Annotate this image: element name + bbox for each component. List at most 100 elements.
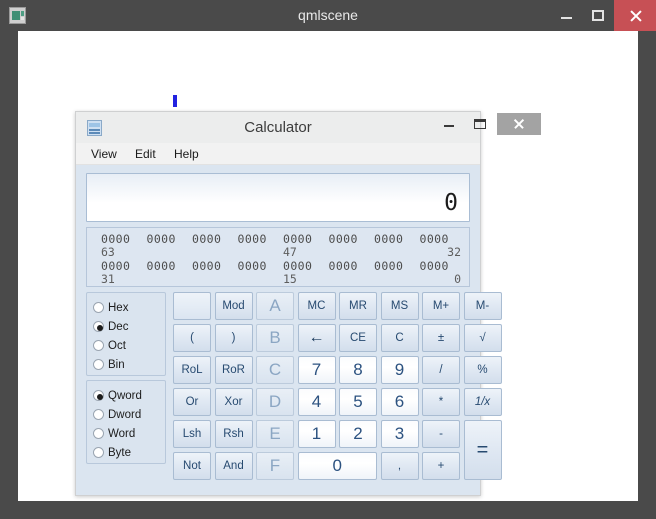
sign-toggle-button[interactable]: ± — [422, 324, 460, 352]
radio-size-dword[interactable]: Dword — [93, 405, 141, 424]
bit-nibble[interactable]: 0000 — [374, 232, 418, 246]
rsh-button[interactable]: Rsh — [214, 420, 253, 448]
not-button[interactable]: Not — [173, 452, 211, 480]
calculator-maximize-button[interactable] — [466, 113, 494, 135]
digit-9-button[interactable]: 9 — [380, 356, 419, 384]
digit-2-button[interactable]: 2 — [339, 420, 377, 448]
or-button[interactable]: Or — [173, 388, 211, 416]
radio-base-bin[interactable]: Bin — [93, 355, 125, 374]
bit-nibble[interactable]: 0000 — [420, 232, 464, 246]
minus-button[interactable]: - — [422, 420, 460, 448]
bit-nibble-row[interactable]: 0000 0000 0000 0000 0000 0000 0000 0000 — [87, 259, 471, 273]
bit-nibble[interactable]: 0000 — [238, 232, 282, 246]
bit-display-panel[interactable]: 0000 0000 0000 0000 0000 0000 0000 0000 63 47 32 00… — [86, 227, 470, 287]
bit-nibble[interactable]: 0000 — [238, 259, 282, 273]
radio-base-dec[interactable]: Dec — [93, 317, 128, 336]
qmlscene-maximize-button[interactable] — [582, 0, 614, 31]
menu-item-view[interactable]: View — [84, 143, 124, 165]
radio-button-icon[interactable] — [93, 447, 104, 458]
digit-4-button[interactable]: 4 — [297, 388, 336, 416]
lsh-button[interactable]: Lsh — [173, 420, 211, 448]
radio-size-word[interactable]: Word — [93, 424, 135, 443]
calculator-titlebar[interactable]: Calculator — [76, 112, 541, 143]
radio-button-icon[interactable] — [93, 428, 104, 439]
bit-nibble[interactable]: 0000 — [147, 259, 191, 273]
bit-nibble[interactable]: 0000 — [329, 232, 373, 246]
bit-nibble-row[interactable]: 0000 0000 0000 0000 0000 0000 0000 0000 — [87, 232, 471, 246]
bit-nibble[interactable]: 0000 — [283, 259, 327, 273]
sqrt-button[interactable]: √ — [463, 324, 502, 352]
memory-subtract-button[interactable]: M- — [463, 292, 502, 320]
calculator-minimize-button[interactable] — [435, 113, 463, 135]
bit-nibble[interactable]: 0000 — [283, 232, 327, 246]
bit-nibble[interactable]: 0000 — [192, 259, 236, 273]
radio-base-hex[interactable]: Hex — [93, 298, 128, 317]
qmlscene-minimize-button[interactable] — [550, 0, 582, 31]
ror-button[interactable]: RoR — [214, 356, 253, 384]
digit-3-button[interactable]: 3 — [380, 420, 419, 448]
digit-6-button[interactable]: 6 — [380, 388, 419, 416]
bit-index-label: 15 — [283, 272, 297, 286]
radio-base-oct[interactable]: Oct — [93, 336, 126, 355]
hex-e-button[interactable]: E — [256, 420, 294, 448]
open-paren-button[interactable]: ( — [173, 324, 211, 352]
menu-item-edit[interactable]: Edit — [128, 143, 163, 165]
menu-item-help[interactable]: Help — [167, 143, 206, 165]
radio-button-icon[interactable] — [93, 359, 104, 370]
radio-size-byte[interactable]: Byte — [93, 443, 131, 462]
digit-0-button[interactable]: 0 — [297, 452, 377, 480]
bit-nibble[interactable]: 0000 — [147, 232, 191, 246]
reciprocal-button[interactable]: 1/x — [463, 388, 502, 416]
radio-button-icon[interactable] — [93, 409, 104, 420]
bit-nibble[interactable]: 0000 — [374, 259, 418, 273]
memory-store-button[interactable]: MS — [380, 292, 419, 320]
radio-button-icon[interactable] — [93, 302, 104, 313]
percent-button[interactable]: % — [463, 356, 502, 384]
decimal-separator-button[interactable]: , — [380, 452, 419, 480]
digit-5-button[interactable]: 5 — [339, 388, 377, 416]
plus-button[interactable]: + — [422, 452, 460, 480]
xor-button[interactable]: Xor — [214, 388, 253, 416]
divide-button[interactable]: / — [422, 356, 460, 384]
radio-size-qword[interactable]: Qword — [93, 386, 142, 405]
mod-button[interactable]: Mod — [214, 292, 253, 320]
blank-button[interactable] — [173, 292, 211, 320]
radio-button-icon[interactable] — [93, 321, 104, 332]
backspace-button[interactable]: ← — [297, 324, 336, 352]
calculator-close-button[interactable] — [497, 113, 541, 135]
memory-add-button[interactable]: M+ — [422, 292, 460, 320]
radio-button-icon[interactable] — [93, 390, 104, 401]
clear-entry-button[interactable]: CE — [339, 324, 377, 352]
hex-f-button[interactable]: F — [256, 452, 294, 480]
qmlscene-close-button[interactable] — [614, 0, 656, 31]
hex-b-button[interactable]: B — [256, 324, 294, 352]
radio-label: Word — [108, 427, 136, 440]
digit-7-button[interactable]: 7 — [297, 356, 336, 384]
display-value: 0 — [444, 190, 458, 216]
hex-d-button[interactable]: D — [256, 388, 294, 416]
word-size-radio-group: Qword Dword Word Byte — [86, 380, 166, 464]
hex-c-button[interactable]: C — [256, 356, 294, 384]
bit-nibble[interactable]: 0000 — [192, 232, 236, 246]
clear-button[interactable]: C — [380, 324, 419, 352]
close-paren-button[interactable]: ) — [214, 324, 253, 352]
qmlscene-titlebar[interactable]: qmlscene — [0, 0, 656, 31]
hex-a-button[interactable]: A — [256, 292, 294, 320]
multiply-button[interactable]: * — [422, 388, 460, 416]
number-base-radio-group: Hex Dec Oct Bin — [86, 292, 166, 376]
equals-button[interactable]: = — [463, 420, 502, 480]
and-button[interactable]: And — [214, 452, 253, 480]
bit-nibble[interactable]: 0000 — [420, 259, 464, 273]
rol-button[interactable]: RoL — [173, 356, 211, 384]
memory-clear-button[interactable]: MC — [297, 292, 336, 320]
bit-nibble[interactable]: 0000 — [101, 259, 145, 273]
bit-nibble[interactable]: 0000 — [329, 259, 373, 273]
radio-label: Qword — [108, 389, 142, 402]
radio-button-icon[interactable] — [93, 340, 104, 351]
digit-8-button[interactable]: 8 — [339, 356, 377, 384]
memory-recall-button[interactable]: MR — [339, 292, 377, 320]
calculator-display[interactable]: 0 — [86, 173, 470, 222]
bit-nibble[interactable]: 0000 — [101, 232, 145, 246]
calculator-window: Calculator View Edit Help 0 0000 0000 0000 — [75, 111, 541, 496]
digit-1-button[interactable]: 1 — [297, 420, 336, 448]
